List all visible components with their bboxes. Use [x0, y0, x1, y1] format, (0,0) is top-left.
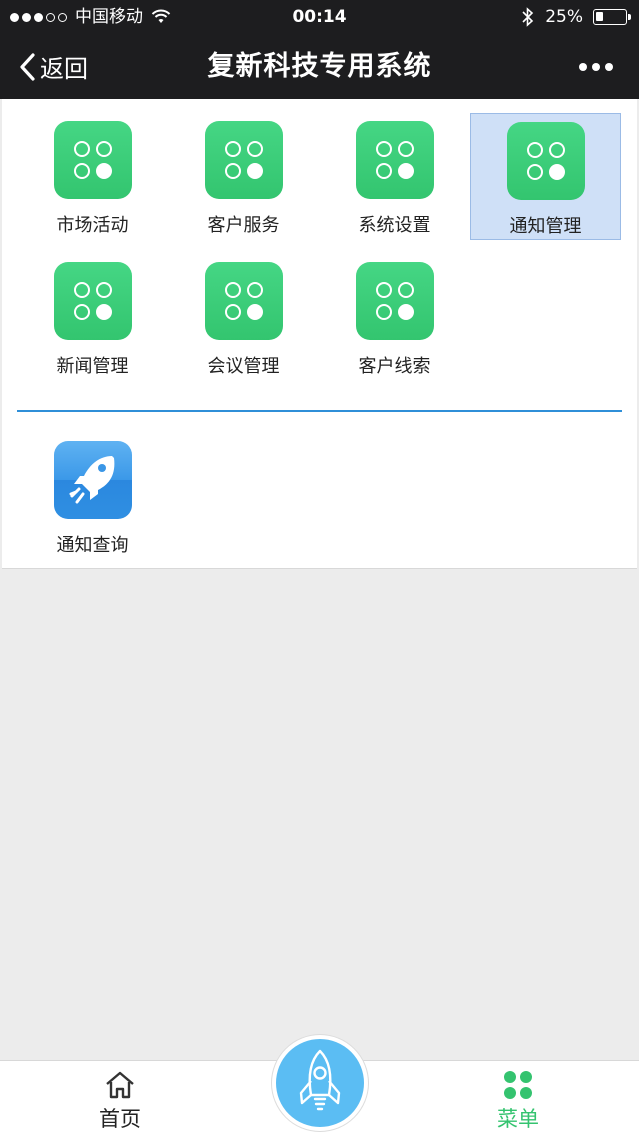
- app-tile[interactable]: 市场活动: [17, 113, 168, 240]
- app-tile[interactable]: 客户线索: [319, 254, 470, 381]
- tile-label: 系统设置: [358, 215, 431, 236]
- app-grid-icon: [506, 122, 585, 200]
- app-grid: 市场活动 客户服务 系统设置 通知管理新闻管理 会议管理 客户线索: [17, 113, 639, 395]
- app-tile[interactable]: 新闻管理: [17, 254, 168, 381]
- tile-label: 新闻管理: [56, 356, 129, 377]
- launch-button[interactable]: [272, 1035, 368, 1131]
- tile-label: 市场活动: [56, 215, 129, 236]
- tab-home-label: 首页: [99, 1107, 141, 1131]
- more-options-button[interactable]: [579, 34, 613, 99]
- rocket-icon: [53, 441, 132, 519]
- battery-percent: 25%: [545, 7, 583, 27]
- app-grid-icon: [355, 262, 434, 340]
- menu-panel: 市场活动 客户服务 系统设置 通知管理新闻管理 会议管理 客户线索 通知查询: [2, 99, 637, 569]
- tile-label: 客户服务: [207, 215, 280, 236]
- app-tile[interactable]: 客户服务: [168, 113, 319, 240]
- tile-label: 客户线索: [358, 356, 431, 377]
- tab-menu-label: 菜单: [497, 1107, 539, 1131]
- app-tile[interactable]: 会议管理: [168, 254, 319, 381]
- app-grid-icon: [53, 262, 132, 340]
- app-grid-icon: [355, 121, 434, 199]
- rocket-icon: [299, 1049, 341, 1111]
- navigation-bar: 返回 复新科技专用系统: [0, 34, 639, 99]
- more-dot-icon: [592, 62, 600, 71]
- tile-label: 通知管理: [509, 216, 582, 237]
- bluetooth-icon: [522, 7, 534, 27]
- app-grid-icon: [53, 121, 132, 199]
- top-bar: 中国移动 00:14 25% 返回 复新科技专用系统: [0, 0, 639, 99]
- tile-label: 通知查询: [56, 535, 129, 556]
- section-divider: [17, 410, 622, 412]
- app-tile[interactable]: 通知管理: [470, 113, 621, 240]
- app-tile[interactable]: 系统设置: [319, 113, 470, 240]
- query-grid: 通知查询: [17, 433, 639, 583]
- app-grid-icon: [204, 121, 283, 199]
- tab-menu[interactable]: 菜单: [458, 1061, 578, 1136]
- query-tile[interactable]: 通知查询: [17, 433, 168, 560]
- page-title: 复新科技专用系统: [207, 51, 432, 82]
- more-dot-icon: [605, 62, 613, 71]
- more-dot-icon: [579, 62, 587, 71]
- tab-home[interactable]: 首页: [60, 1061, 180, 1136]
- tile-label: 会议管理: [207, 356, 280, 377]
- menu-grid-icon: [504, 1071, 532, 1099]
- app-grid-icon: [204, 262, 283, 340]
- home-icon: [106, 1071, 134, 1099]
- status-bar: 中国移动 00:14 25%: [0, 0, 639, 34]
- battery-icon: [593, 9, 631, 25]
